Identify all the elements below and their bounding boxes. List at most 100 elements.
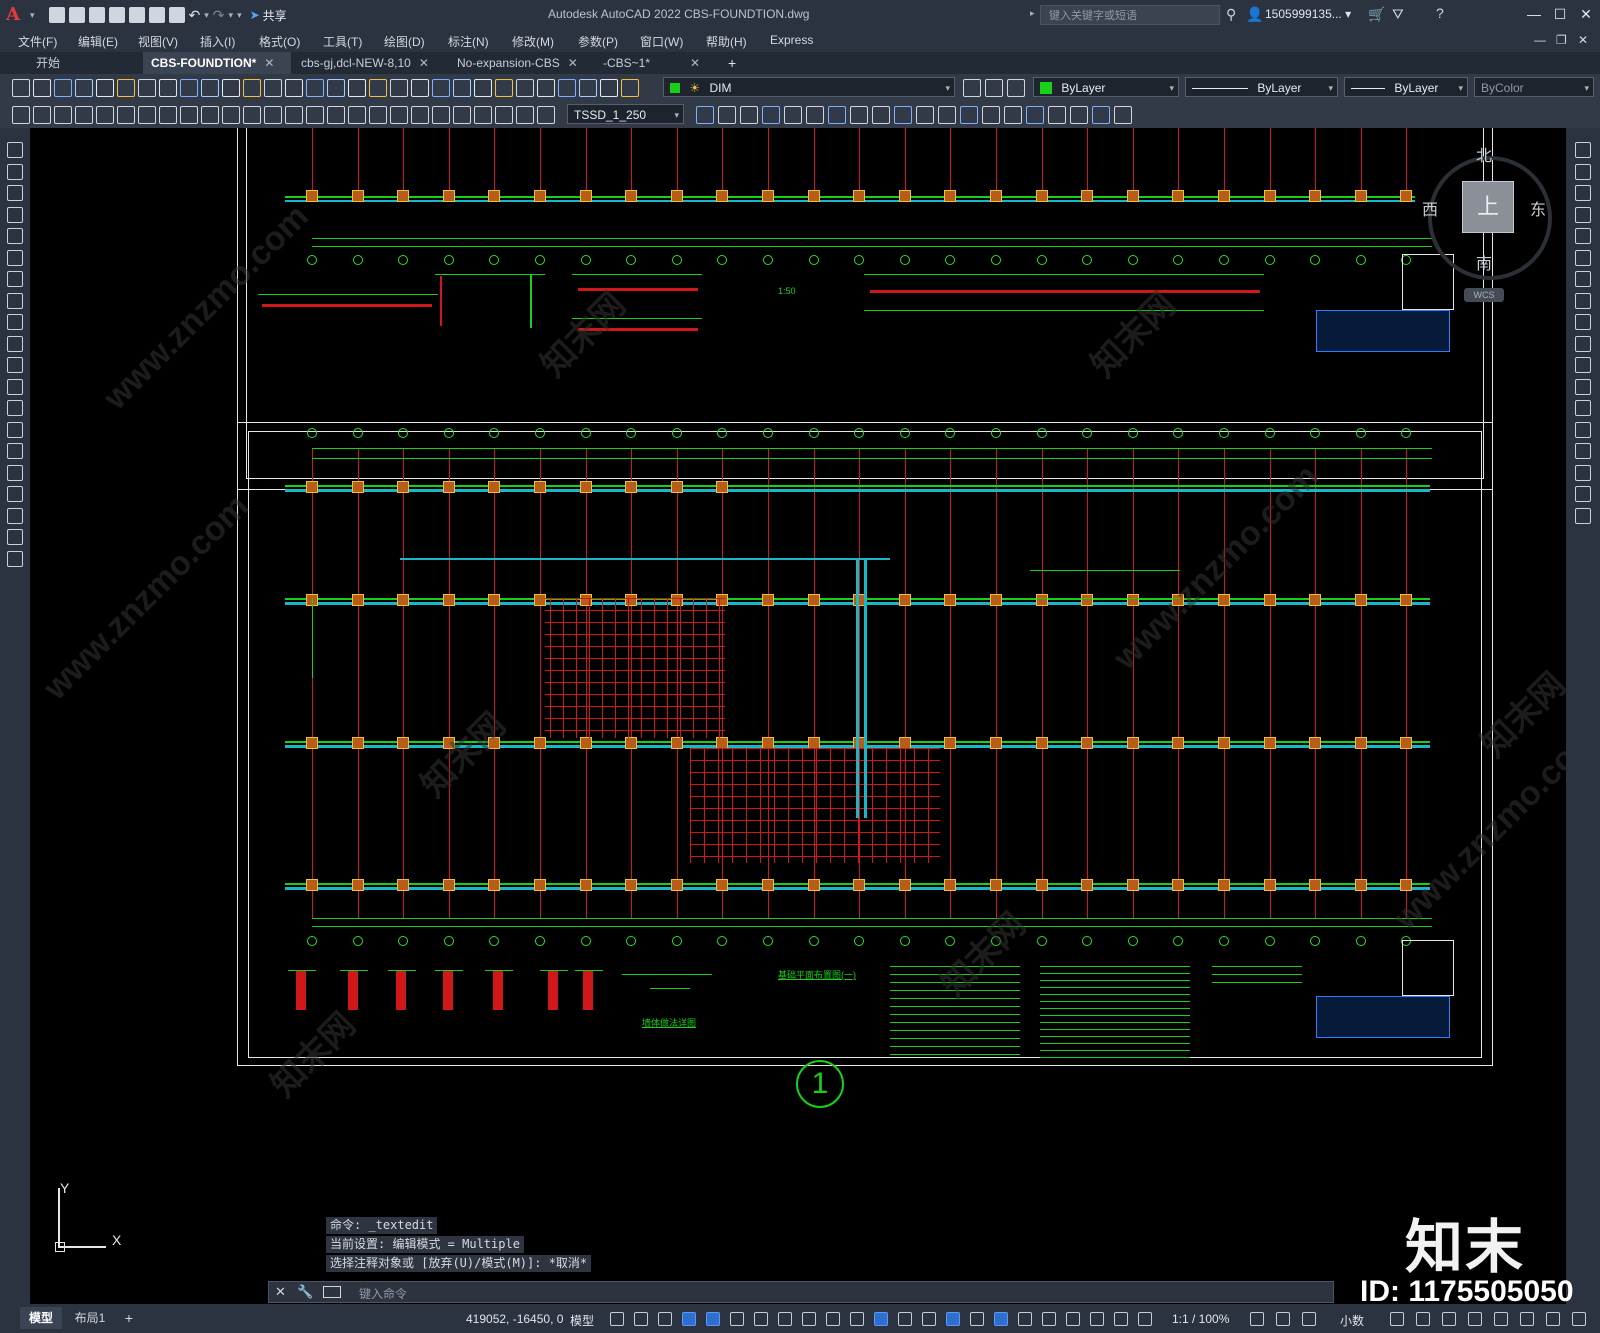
tab-start[interactable]: 开始 (28, 52, 146, 74)
close-tab-icon[interactable]: ✕ (264, 56, 274, 70)
menu-file[interactable]: 文件(F) (18, 33, 57, 50)
dimension-tool-icon[interactable] (180, 106, 198, 124)
toolbar-tool-icon[interactable] (306, 79, 324, 97)
drawing-canvas[interactable]: 1:50 基础平面布置图(一) 墙体做法详图 1 Y X 上 北 南 东 西 W… (30, 128, 1566, 1273)
modify-tool-icon[interactable] (1575, 357, 1591, 373)
modify-tool-icon[interactable] (1575, 464, 1591, 481)
menu-parameters[interactable]: 参数(P) (578, 33, 618, 50)
minimize-button[interactable]: — (1524, 4, 1544, 24)
dimension-tool-icon[interactable] (96, 106, 114, 124)
autodesk-a360-icon[interactable]: ⛛ (1392, 6, 1404, 23)
dimension-tool-icon[interactable] (537, 106, 555, 124)
modify-tool-icon[interactable] (872, 106, 890, 124)
close-tab-icon[interactable]: ✕ (568, 56, 578, 70)
modify-tool-icon[interactable] (1575, 228, 1591, 244)
status-toggle-icon[interactable] (994, 1312, 1008, 1326)
dimension-tool-icon[interactable] (453, 106, 471, 124)
draw-tool-icon[interactable] (7, 464, 23, 481)
undo-icon[interactable]: ↶ (189, 7, 201, 24)
draw-tool-icon[interactable] (7, 271, 23, 287)
dimension-tool-icon[interactable] (159, 106, 177, 124)
status-toggle-icon[interactable] (1066, 1312, 1080, 1326)
dimension-tool-icon[interactable] (285, 106, 303, 124)
draw-tool-icon[interactable] (7, 507, 23, 524)
draw-tool-icon[interactable] (7, 335, 23, 352)
modify-tool-icon[interactable] (1114, 106, 1132, 124)
modify-tool-icon[interactable] (938, 106, 956, 124)
dimension-tool-icon[interactable] (348, 106, 366, 124)
status-tool-icon[interactable] (1468, 1312, 1482, 1326)
modify-tool-icon[interactable] (1575, 292, 1591, 309)
toolbar-tool-icon[interactable] (411, 79, 429, 97)
toolbar-tool-icon[interactable] (54, 79, 72, 97)
lineweight-dropdown[interactable]: ByLayer ▾ (1344, 77, 1468, 97)
toolbar-tool-icon[interactable] (117, 79, 135, 97)
save-as-icon[interactable] (108, 7, 125, 23)
toolbar-tool-icon[interactable] (474, 79, 492, 97)
customize-qat-icon[interactable]: ▾ (237, 10, 242, 21)
draw-tool-icon[interactable] (7, 378, 23, 395)
plot-icon[interactable] (168, 7, 185, 23)
toolbar-tool-icon[interactable] (201, 79, 219, 97)
draw-tool-icon[interactable] (7, 486, 23, 502)
modify-tool-icon[interactable] (1575, 249, 1591, 266)
modify-tool-icon[interactable] (1026, 106, 1044, 124)
modify-tool-icon[interactable] (1575, 421, 1591, 438)
toolbar-tool-icon[interactable] (558, 79, 576, 97)
modify-tool-icon[interactable] (718, 106, 736, 124)
dimension-tool-icon[interactable] (369, 106, 387, 124)
status-toggle-icon[interactable] (634, 1312, 648, 1326)
viewcube-top-face[interactable]: 上 (1462, 181, 1514, 233)
status-tool-icon[interactable] (1520, 1312, 1534, 1326)
layer-dropdown[interactable]: ☀ DIM ▾ (663, 77, 955, 97)
recent-commands-icon[interactable] (323, 1286, 341, 1298)
status-tool-icon[interactable] (1442, 1312, 1456, 1326)
new-tab-icon[interactable]: + (720, 52, 748, 74)
status-toggle-icon[interactable] (802, 1312, 816, 1326)
coordinates-readout[interactable]: 419052, -16450, 0 (466, 1312, 563, 1326)
draw-tool-icon[interactable] (7, 550, 23, 567)
menu-modify[interactable]: 修改(M) (512, 33, 554, 50)
modify-tool-icon[interactable] (850, 106, 868, 124)
dimension-tool-icon[interactable] (12, 106, 30, 124)
doc-minimize-icon[interactable]: — (1534, 33, 1546, 47)
add-layout-icon[interactable]: + (120, 1307, 138, 1329)
tab-no-expansion-cbs[interactable]: No-expansion-CBS ✕ (449, 52, 597, 74)
dimension-tool-icon[interactable] (306, 106, 324, 124)
dimension-tool-icon[interactable] (495, 106, 513, 124)
modify-tool-icon[interactable] (1575, 314, 1591, 330)
status-tool-icon[interactable] (1390, 1312, 1404, 1326)
draw-tool-icon[interactable] (7, 292, 23, 309)
modify-tool-icon[interactable] (806, 106, 824, 124)
help-icon[interactable]: ? (1436, 5, 1444, 21)
toolbar-tool-icon[interactable] (600, 79, 618, 97)
linetype-dropdown[interactable]: ByLayer ▾ (1185, 77, 1338, 97)
command-input[interactable]: 键入命令 (359, 1285, 407, 1302)
menu-help[interactable]: 帮助(H) (706, 33, 747, 50)
status-toggle-icon[interactable] (658, 1312, 672, 1326)
status-toggle-icon[interactable] (946, 1312, 960, 1326)
draw-tool-icon[interactable] (7, 443, 23, 459)
plotstyle-dropdown[interactable]: ByColor ▾ (1474, 77, 1594, 97)
toolbar-tool-icon[interactable] (432, 79, 450, 97)
search-expand-icon[interactable]: ▸ (1030, 8, 1035, 19)
toolbar-tool-icon[interactable] (495, 79, 513, 97)
model-tab[interactable]: 模型 (20, 1307, 62, 1329)
status-toggle-icon[interactable] (1114, 1312, 1128, 1326)
modify-tool-icon[interactable] (1070, 106, 1088, 124)
menu-draw[interactable]: 绘图(D) (384, 33, 425, 50)
status-toggle-icon[interactable] (922, 1312, 936, 1326)
modify-tool-icon[interactable] (1575, 185, 1591, 201)
modify-tool-icon[interactable] (1575, 486, 1591, 502)
status-toggle-icon[interactable] (778, 1312, 792, 1326)
search-input[interactable]: 键入关键字或短语 (1040, 5, 1220, 25)
status-toggle-icon[interactable] (682, 1312, 696, 1326)
modify-tool-icon[interactable] (1575, 206, 1591, 223)
app-menu-chevron-icon[interactable]: ▾ (30, 10, 35, 21)
modify-tool-icon[interactable] (1092, 106, 1110, 124)
modify-tool-icon[interactable] (1575, 400, 1591, 416)
menu-window[interactable]: 窗口(W) (640, 33, 683, 50)
close-tab-icon[interactable]: ✕ (690, 56, 700, 70)
doc-restore-icon[interactable]: ❐ (1556, 33, 1567, 47)
redo-icon[interactable]: ↷ (213, 7, 225, 24)
